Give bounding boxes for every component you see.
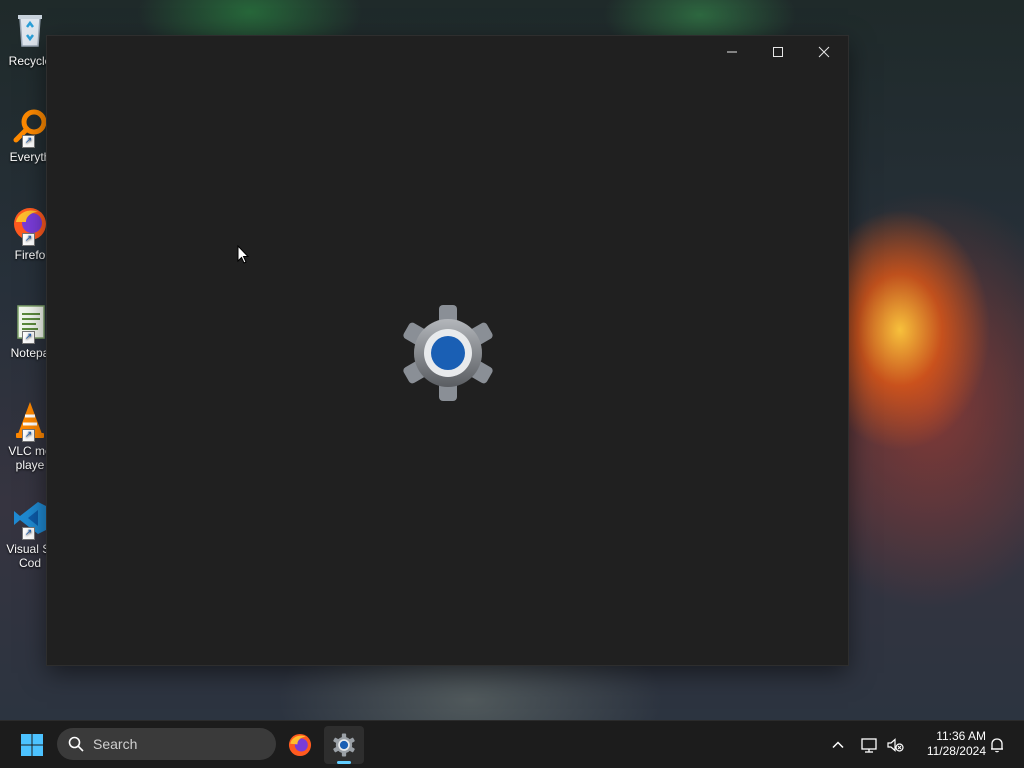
notification-button[interactable] <box>985 733 1009 757</box>
vscode-icon: ↗ <box>10 498 50 540</box>
close-icon <box>818 46 830 58</box>
windows-logo-icon <box>21 734 43 756</box>
clock-time: 11:36 AM <box>936 729 986 743</box>
firefox-icon: ↗ <box>10 204 50 246</box>
tray-network-button[interactable] <box>857 733 881 757</box>
firefox-icon <box>288 733 312 757</box>
chevron-up-icon <box>832 741 844 749</box>
active-app-indicator <box>337 761 351 764</box>
desktop-wallpaper: Recycle ↗ Everyth ↗ Firefo ↗ Notepa ↗ VL… <box>0 0 1024 720</box>
shortcut-arrow-icon: ↗ <box>22 527 35 540</box>
network-icon <box>861 738 877 753</box>
tray-volume-button[interactable] <box>883 733 907 757</box>
settings-gear-icon <box>333 733 355 757</box>
maximize-button[interactable] <box>755 36 801 68</box>
recycle-bin-icon <box>10 10 50 50</box>
settings-gear-icon <box>398 303 498 403</box>
shortcut-arrow-icon: ↗ <box>22 135 35 148</box>
minimize-button[interactable] <box>709 36 755 68</box>
taskbar-clock[interactable]: 11:36 AM 11/28/2024 <box>912 729 986 759</box>
tray-overflow-button[interactable] <box>826 733 850 757</box>
notification-bell-icon <box>991 738 1003 753</box>
search-icon <box>68 736 84 752</box>
taskbar-app-settings[interactable] <box>324 726 364 764</box>
taskbar-app-firefox[interactable] <box>280 726 320 764</box>
settings-window[interactable] <box>47 36 848 665</box>
minimize-icon <box>727 51 737 53</box>
taskbar: Search 11:36 AM 11/28/2024 <box>0 720 1024 768</box>
shortcut-arrow-icon: ↗ <box>22 429 35 442</box>
shortcut-arrow-icon: ↗ <box>22 331 35 344</box>
taskbar-search-box[interactable]: Search <box>57 728 276 760</box>
shortcut-arrow-icon: ↗ <box>22 233 35 246</box>
search-placeholder: Search <box>93 736 138 752</box>
clock-date: 11/28/2024 <box>926 744 986 758</box>
close-button[interactable] <box>801 36 847 68</box>
maximize-icon <box>773 47 783 57</box>
volume-muted-icon <box>887 738 904 752</box>
everything-search-icon: ↗ <box>10 106 50 148</box>
notepad-icon: ↗ <box>10 302 50 344</box>
vlc-icon: ↗ <box>10 400 50 442</box>
start-button[interactable] <box>14 728 50 762</box>
mouse-cursor-icon <box>237 244 250 265</box>
